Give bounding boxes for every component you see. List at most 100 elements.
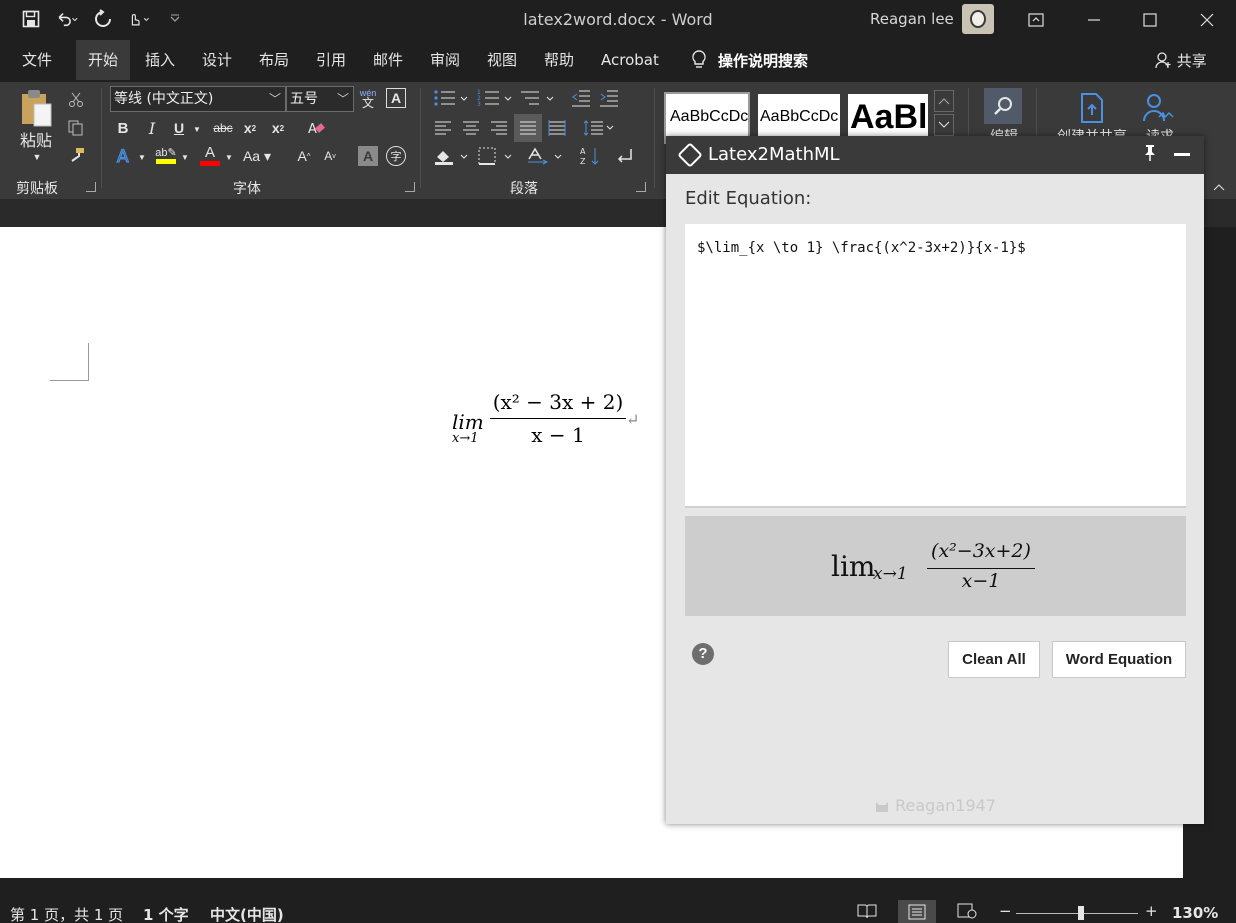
line-spacing-icon[interactable] xyxy=(582,118,616,138)
styles-scroll-up-icon[interactable] xyxy=(934,90,954,112)
font-color-dropdown-icon[interactable]: ▼ xyxy=(224,148,234,166)
ribbon-display-options-icon[interactable] xyxy=(1022,6,1050,34)
sort-icon[interactable]: AZ xyxy=(580,146,602,166)
tab-layout[interactable]: 布局 xyxy=(247,40,301,80)
latex2mathml-pane: Latex2MathML Edit Equation: $\lim_{x \to… xyxy=(666,136,1204,824)
align-right-icon[interactable] xyxy=(488,118,510,138)
zoom-level[interactable]: 130% xyxy=(1172,904,1218,922)
grow-font-icon[interactable]: A ^ xyxy=(294,146,314,166)
pane-title: Latex2MathML xyxy=(708,144,840,165)
cut-icon[interactable] xyxy=(66,90,86,110)
italic-icon[interactable]: I xyxy=(143,118,161,138)
close-window-icon[interactable] xyxy=(1193,6,1221,34)
tab-mailings[interactable]: 邮件 xyxy=(361,40,415,80)
clean-all-button[interactable]: Clean All xyxy=(948,641,1040,678)
phonetic-guide-icon[interactable]: wén 文 xyxy=(358,86,378,110)
tab-file[interactable]: 文件 xyxy=(10,40,64,80)
zoom-slider-thumb[interactable] xyxy=(1078,906,1084,920)
clear-formatting-icon[interactable]: A xyxy=(306,118,328,138)
zoom-slider[interactable] xyxy=(1016,913,1138,914)
read-mode-icon[interactable] xyxy=(857,903,877,923)
font-size-select[interactable]: 五号 ﹀ xyxy=(286,86,354,112)
style-normal[interactable]: AaBbCcDc xyxy=(664,92,750,144)
shrink-font-icon[interactable]: Av xyxy=(320,146,340,166)
text-effects-dropdown-icon[interactable]: ▼ xyxy=(137,148,147,166)
shading-icon[interactable] xyxy=(432,146,470,166)
increase-indent-icon[interactable] xyxy=(598,88,620,108)
user-name[interactable]: Reagan lee xyxy=(870,10,954,28)
distributed-icon[interactable] xyxy=(546,118,568,138)
tab-acrobat[interactable]: Acrobat xyxy=(589,40,671,80)
create-share-pdf-icon[interactable] xyxy=(1076,92,1108,124)
pin-icon[interactable] xyxy=(1142,144,1158,167)
styles-more-icon[interactable] xyxy=(934,114,954,136)
svg-text:A: A xyxy=(308,122,317,137)
paste-label[interactable]: 粘贴 xyxy=(14,130,58,150)
share-button[interactable]: 共享 xyxy=(1154,50,1207,71)
word-count[interactable]: 1 个字 xyxy=(143,904,189,923)
collapse-ribbon-icon[interactable] xyxy=(1210,180,1228,194)
tab-references[interactable]: 引用 xyxy=(304,40,358,80)
tab-insert[interactable]: 插入 xyxy=(133,40,187,80)
highlight-color-icon[interactable]: ab✎ xyxy=(154,144,178,166)
superscript-icon[interactable]: x2 xyxy=(268,118,288,138)
tab-design[interactable]: 设计 xyxy=(190,40,244,80)
copy-icon[interactable] xyxy=(66,118,86,138)
paste-dropdown-icon[interactable]: ▼ xyxy=(30,152,44,162)
style-no-spacing[interactable]: AaBbCcDc xyxy=(758,94,840,142)
align-center-icon[interactable] xyxy=(460,118,482,138)
multilevel-list-icon[interactable] xyxy=(518,88,556,108)
paste-icon[interactable] xyxy=(18,88,54,128)
change-case-icon[interactable]: Aa ▾ xyxy=(242,146,272,166)
enclose-characters-icon[interactable]: 字 xyxy=(386,146,406,166)
word-equation-button[interactable]: Word Equation xyxy=(1052,641,1186,678)
format-painter-icon[interactable] xyxy=(66,145,86,165)
page-count[interactable]: 第 1 页，共 1 页 xyxy=(10,904,123,923)
language-status[interactable]: 中文(中国) xyxy=(210,904,284,923)
bullets-icon[interactable] xyxy=(432,88,470,108)
tell-me-search[interactable]: 操作说明搜索 xyxy=(690,40,808,80)
subscript-icon[interactable]: x2 xyxy=(240,118,260,138)
tab-help[interactable]: 帮助 xyxy=(532,40,586,80)
print-layout-icon[interactable] xyxy=(898,900,936,923)
web-layout-icon[interactable] xyxy=(957,903,977,923)
align-left-icon[interactable] xyxy=(432,118,454,138)
decrease-indent-icon[interactable] xyxy=(570,88,592,108)
font-color-icon[interactable]: A xyxy=(198,144,222,166)
character-border-icon[interactable]: A xyxy=(386,88,406,108)
tab-home[interactable]: 开始 xyxy=(76,40,131,80)
character-shading-icon[interactable]: A xyxy=(358,146,378,166)
zoom-in-button[interactable]: + xyxy=(1145,902,1158,920)
justify-icon[interactable] xyxy=(514,114,542,142)
zoom-out-button[interactable]: − xyxy=(999,902,1012,920)
document-title: latex2word.docx - Word xyxy=(523,10,713,29)
font-launcher-icon[interactable] xyxy=(405,182,415,192)
highlight-dropdown-icon[interactable]: ▼ xyxy=(180,148,190,166)
find-icon[interactable] xyxy=(984,88,1022,124)
underline-icon[interactable]: U xyxy=(170,118,188,138)
help-icon[interactable]: ? xyxy=(692,643,714,665)
borders-icon[interactable] xyxy=(476,146,514,166)
pane-footer[interactable]: Reagan1947 xyxy=(666,796,1204,815)
font-name-select[interactable]: 等线 (中文正文) ﹀ xyxy=(110,86,286,112)
strikethrough-icon[interactable]: abc xyxy=(210,118,236,138)
numbering-icon[interactable]: 123 xyxy=(476,88,514,108)
status-bar: 第 1 页，共 1 页 1 个字 中文(中国) − + 130% xyxy=(0,878,1236,923)
minimize-pane-icon[interactable] xyxy=(1174,153,1190,156)
maximize-window-icon[interactable] xyxy=(1136,6,1164,34)
chinese-layout-icon[interactable] xyxy=(526,146,566,166)
latex-editor[interactable]: $\lim_{x \to 1} \frac{(x^2-3x+2)}{x-1}$ xyxy=(685,224,1186,508)
text-effects-icon[interactable]: A xyxy=(114,146,136,166)
paragraph-launcher-icon[interactable] xyxy=(636,182,646,192)
minimize-window-icon[interactable] xyxy=(1080,6,1108,34)
request-signatures-icon[interactable] xyxy=(1142,92,1176,124)
title-bar: latex2word.docx - Word Reagan lee xyxy=(0,0,1236,40)
avatar[interactable] xyxy=(962,4,994,34)
style-heading-1[interactable]: AaBl xyxy=(848,94,928,142)
clipboard-launcher-icon[interactable] xyxy=(86,182,96,192)
underline-dropdown-icon[interactable]: ▼ xyxy=(192,119,202,139)
tab-review[interactable]: 审阅 xyxy=(418,40,472,80)
tab-view[interactable]: 视图 xyxy=(475,40,529,80)
bold-icon[interactable]: B xyxy=(114,118,132,138)
show-marks-icon[interactable] xyxy=(614,146,636,166)
